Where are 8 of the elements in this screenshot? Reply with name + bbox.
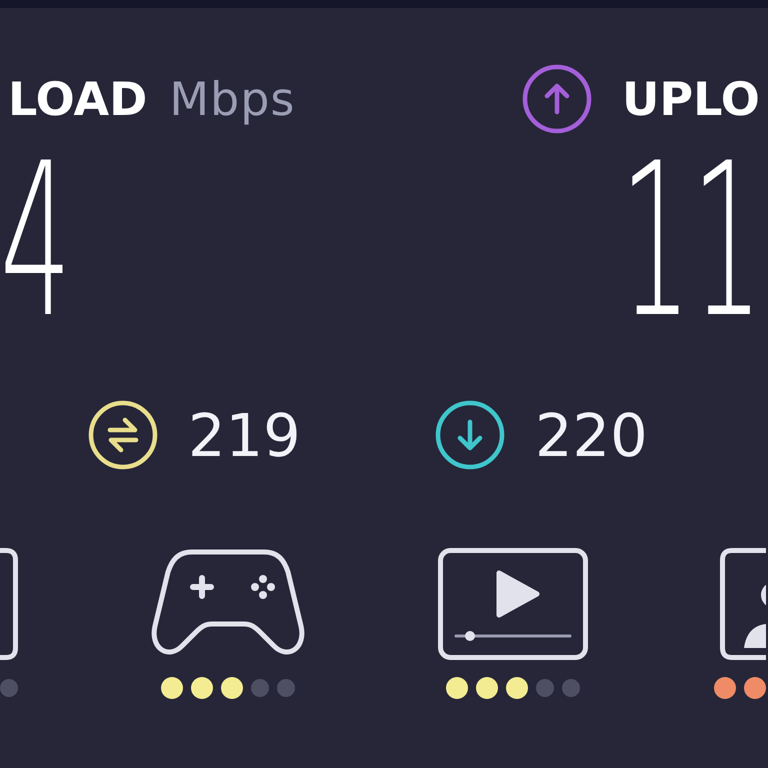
speed-value: 4 [0, 135, 72, 347]
result-label: UPLO [622, 76, 760, 122]
speed-value: 11 [620, 135, 763, 347]
latency-value: 219 [188, 406, 301, 464]
latency-value: 220 [535, 406, 648, 464]
rounded-frame-icon [0, 548, 18, 660]
video-player-icon [438, 548, 588, 660]
result-label: LOAD [8, 76, 148, 122]
